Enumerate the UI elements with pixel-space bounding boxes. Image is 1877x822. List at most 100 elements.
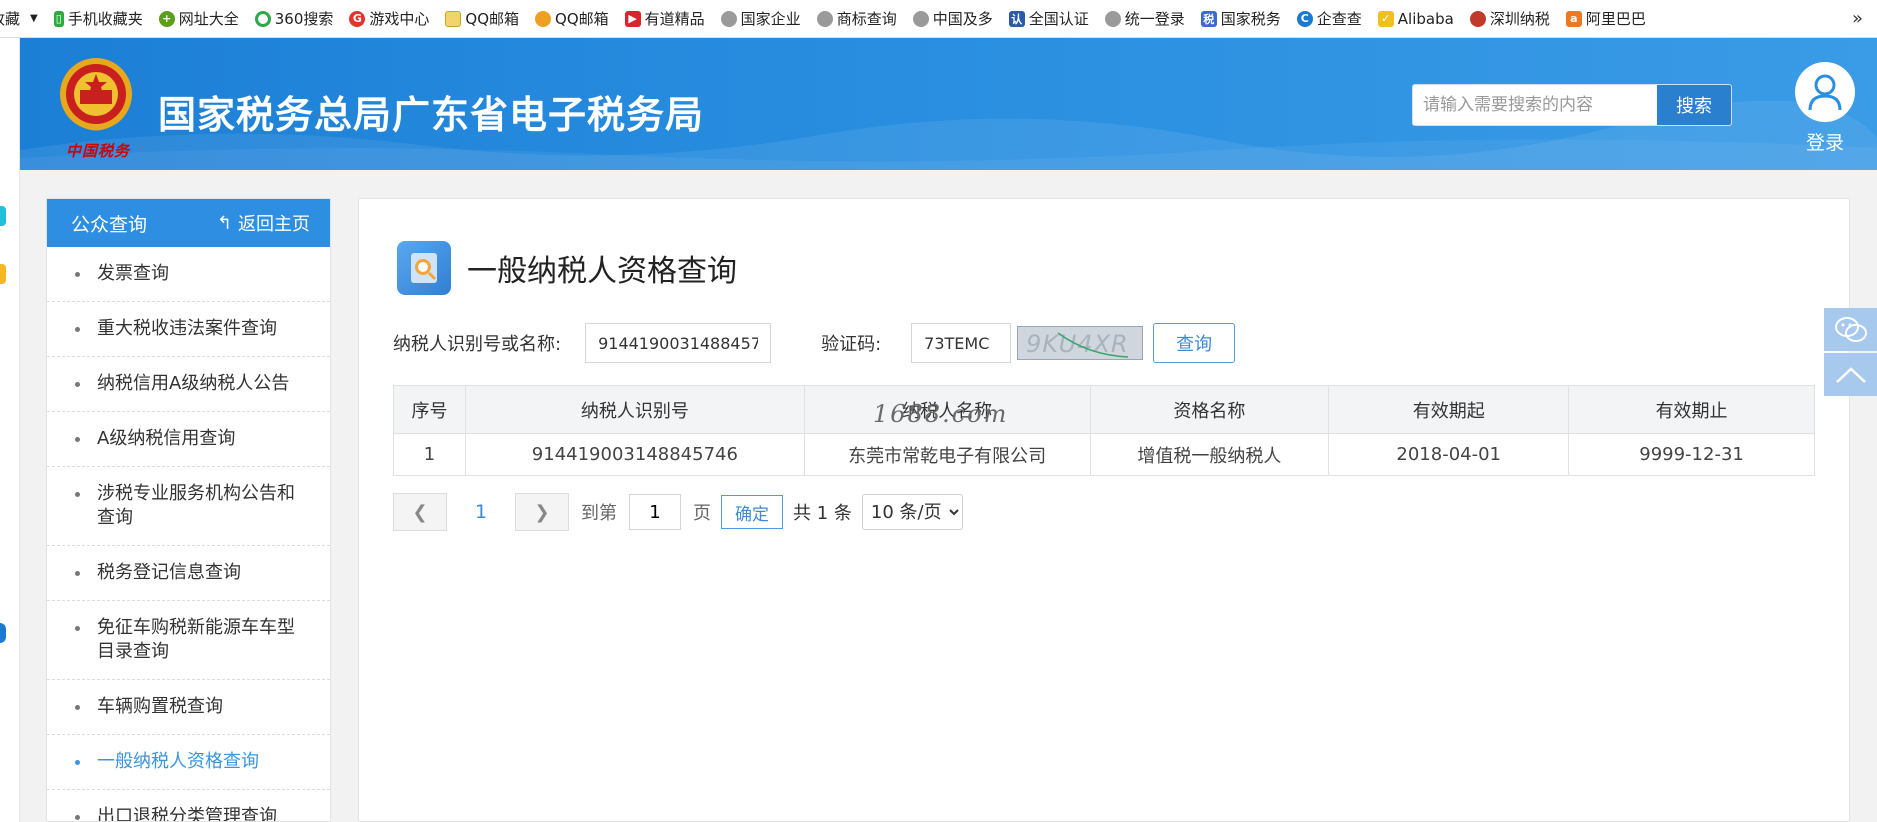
bookmark-label: 360搜索 <box>274 10 334 28</box>
bookmark-item[interactable]: ✓ Alibaba <box>1370 0 1462 37</box>
bookmark-item[interactable]: 国家企业 <box>713 0 809 37</box>
column-header-valid-from: 有效期起 <box>1328 385 1570 434</box>
goto-confirm-button[interactable]: 确定 <box>721 495 783 529</box>
column-header-valid-to: 有效期止 <box>1568 385 1815 434</box>
column-header-taxpayer-id: 纳税人识别号 <box>464 385 805 434</box>
sidebar: 公众查询 ↰ 返回主页 发票查询 重大税收违法案件查询 纳税信用A级纳税人公告 … <box>46 198 331 822</box>
goto-label: 到第 <box>581 503 617 524</box>
login-label: 登录 <box>1805 132 1844 154</box>
sidebar-item-invoice-query[interactable]: 发票查询 <box>47 247 330 302</box>
side-panel-icon[interactable] <box>0 623 6 643</box>
total-count: 共 1 条 <box>793 503 852 524</box>
watermark: 1688.com <box>873 400 1009 428</box>
query-form: 纳税人识别号或名称: 验证码: 9KU4XR 查询 <box>393 323 1236 363</box>
sidebar-item-export-refund[interactable]: 出口退税分类管理查询 <box>47 790 330 821</box>
search-360-icon <box>254 10 271 27</box>
bookmark-favorites[interactable]: 收藏 ▼ <box>0 0 46 37</box>
chevron-up-icon <box>1835 366 1866 383</box>
wechat-button[interactable] <box>1824 308 1877 351</box>
site-search: 搜索 <box>1412 84 1732 126</box>
qq-mail-icon <box>535 10 552 27</box>
game-icon: G <box>349 10 366 27</box>
sidebar-item-registration[interactable]: 税务登记信息查询 <box>47 546 330 601</box>
folder-icon <box>445 10 462 27</box>
bookmark-item[interactable]: + 网址大全 <box>151 0 247 37</box>
bookmark-item[interactable]: 深圳纳税 <box>1462 0 1558 37</box>
bookmark-item[interactable]: ▶ 有道精品 <box>617 0 713 37</box>
bookmark-label: QQ邮箱 <box>465 10 520 28</box>
bookmark-item[interactable]: 中国及多 <box>905 0 1001 37</box>
emblem-icon <box>1469 10 1486 27</box>
bookmark-item[interactable]: QQ邮箱 <box>437 0 527 37</box>
emblem-caption: 中国税务 <box>66 142 131 160</box>
back-home-link[interactable]: ↰ 返回主页 <box>217 210 310 236</box>
page-heading: 一般纳税人资格查询 <box>397 241 737 295</box>
side-panel-icon[interactable] <box>0 206 6 226</box>
bookmark-item[interactable]: 认 全国认证 <box>1001 0 1097 37</box>
bookmark-item[interactable]: a 阿里巴巴 <box>1558 0 1654 37</box>
search-input[interactable] <box>1413 85 1657 125</box>
bookmark-item[interactable]: C 企查查 <box>1289 0 1370 37</box>
bookmark-item[interactable]: ▯ 手机收藏夹 <box>46 0 151 37</box>
captcha-noise <box>1057 332 1129 358</box>
sidebar-item-a-level-query[interactable]: A级纳税信用查询 <box>47 412 330 467</box>
sidebar-item-a-level-notice[interactable]: 纳税信用A级纳税人公告 <box>47 357 330 412</box>
tax-emblem-icon <box>60 58 132 131</box>
next-page-button[interactable]: ❯ <box>515 493 569 531</box>
sidebar-item-new-energy-vehicle[interactable]: 免征车购税新能源车车型目录查询 <box>47 601 330 680</box>
bookmark-label: 中国及多 <box>932 10 993 28</box>
chevron-right-icon: ❯ <box>534 501 550 523</box>
sidebar-item-violation-query[interactable]: 重大税收违法案件查询 <box>47 302 330 357</box>
search-document-icon <box>397 241 451 295</box>
sidebar-item-service-agency[interactable]: 涉税专业服务机构公告和查询 <box>47 467 330 546</box>
page-number-current[interactable]: 1 <box>447 501 515 523</box>
goto-page-input[interactable] <box>629 494 681 530</box>
bookmark-label: 收藏 <box>0 10 21 28</box>
alibaba-icon: a <box>1565 10 1582 27</box>
table-row: 1 914419003148845746 东莞市常乾电子有限公司 增值税一般纳税… <box>393 433 1815 476</box>
globe-icon <box>816 10 833 27</box>
page-title: 一般纳税人资格查询 <box>467 254 737 289</box>
floating-tools <box>1824 308 1877 398</box>
plus-icon: + <box>158 10 175 27</box>
search-button[interactable]: 搜索 <box>1657 85 1731 125</box>
column-header-index: 序号 <box>393 385 466 434</box>
bookmark-item[interactable]: 商标查询 <box>809 0 905 37</box>
login-button[interactable]: 登录 <box>1790 62 1860 155</box>
bookmark-item[interactable]: QQ邮箱 <box>527 0 617 37</box>
taxpayer-id-input[interactable] <box>585 323 772 363</box>
wechat-icon <box>1834 316 1867 342</box>
bookmark-item[interactable]: G 游戏中心 <box>341 0 437 37</box>
bookmark-label: 国家企业 <box>740 10 801 28</box>
cell-qualification: 增值税一般纳税人 <box>1089 433 1330 476</box>
sidebar-title: 公众查询 <box>71 213 148 236</box>
page-size-select[interactable]: 10 条/页 <box>861 494 963 530</box>
site-title: 国家税务总局广东省电子税务局 <box>158 93 705 137</box>
column-header-qualification: 资格名称 <box>1089 385 1330 434</box>
bookmark-label: 企查查 <box>1316 10 1362 28</box>
cell-taxpayer-name: 东莞市常乾电子有限公司 <box>803 433 1091 476</box>
cell-valid-to: 9999-12-31 <box>1568 433 1815 476</box>
side-panel-icon[interactable] <box>0 264 6 284</box>
sidebar-menu: 发票查询 重大税收违法案件查询 纳税信用A级纳税人公告 A级纳税信用查询 涉税专… <box>47 247 330 821</box>
site-header: 中国税务 国家税务总局广东省电子税务局 搜索 登录 <box>20 38 1877 170</box>
more-bookmarks-icon[interactable]: » <box>1852 8 1863 29</box>
captcha-image[interactable]: 9KU4XR <box>1017 326 1144 360</box>
captcha-label: 验证码: <box>821 334 882 355</box>
cert-icon: 认 <box>1008 10 1025 27</box>
bookmark-item[interactable]: 360搜索 <box>247 0 342 37</box>
bookmark-item[interactable]: 统一登录 <box>1097 0 1193 37</box>
alibaba-icon: ✓ <box>1377 10 1394 27</box>
cell-index: 1 <box>393 433 466 476</box>
sidebar-item-vehicle-tax[interactable]: 车辆购置税查询 <box>47 680 330 735</box>
bookmark-item[interactable]: 税 国家税务 <box>1193 0 1289 37</box>
back-to-top-button[interactable] <box>1824 353 1877 396</box>
sidebar-item-general-taxpayer[interactable]: 一般纳税人资格查询 <box>47 735 330 790</box>
cell-valid-from: 2018-04-01 <box>1328 433 1570 476</box>
return-arrow-icon: ↰ <box>216 212 232 234</box>
captcha-input[interactable] <box>911 323 1012 363</box>
bookmark-label: 网址大全 <box>178 10 239 28</box>
chevron-left-icon: ❮ <box>412 501 428 523</box>
query-button[interactable]: 查询 <box>1153 323 1236 363</box>
prev-page-button[interactable]: ❮ <box>393 493 447 531</box>
